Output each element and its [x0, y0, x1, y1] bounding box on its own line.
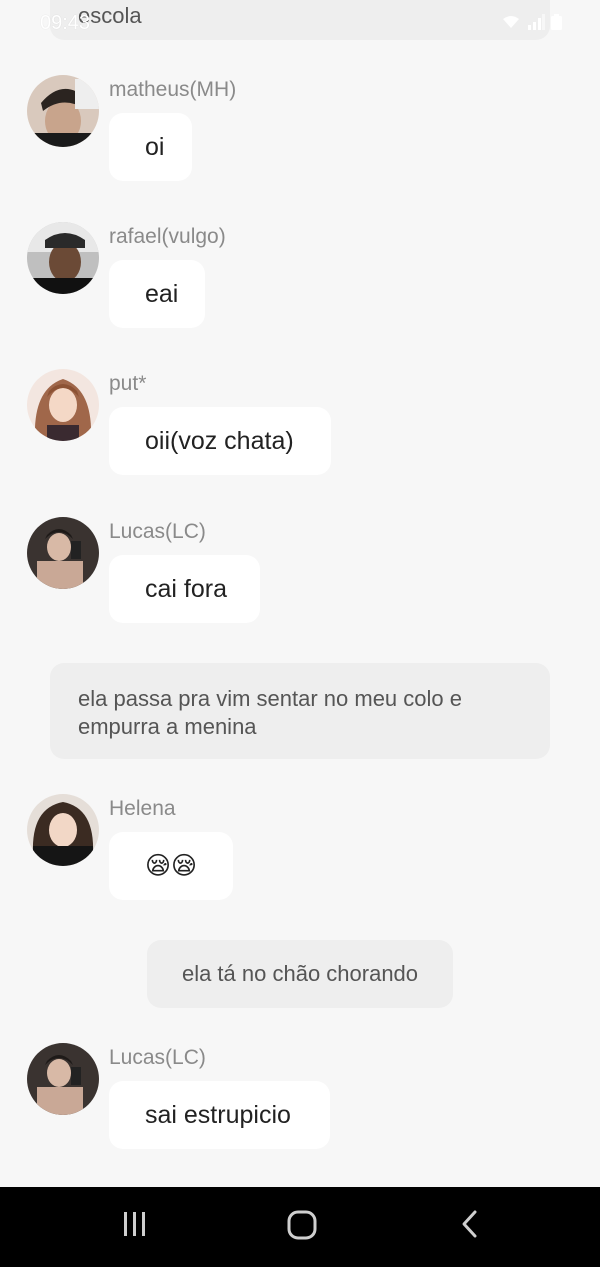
recents-icon — [124, 1212, 145, 1236]
message-bubble[interactable]: sai estrupicio — [109, 1081, 330, 1149]
sender-name: matheus(MH) — [109, 78, 237, 101]
narration-text: ela passa pra vim sentar no meu colo e e… — [78, 686, 462, 739]
avatar[interactable] — [27, 222, 99, 294]
avatar[interactable] — [27, 75, 99, 147]
message-bubble[interactable]: oii(voz chata) — [109, 407, 331, 475]
back-icon — [462, 1210, 477, 1238]
home-icon — [287, 1210, 317, 1240]
status-bar: 09:43 — [0, 0, 600, 50]
avatar[interactable] — [27, 794, 99, 866]
signal-icon — [528, 14, 545, 30]
status-icons — [501, 14, 562, 30]
sender-name: Lucas(LC) — [109, 1046, 206, 1069]
wifi-icon — [503, 16, 519, 28]
message-bubble[interactable]: oi — [109, 113, 192, 181]
message-bubble[interactable]: cai fora — [109, 555, 260, 623]
home-button[interactable] — [262, 1187, 342, 1267]
back-button[interactable] — [430, 1187, 510, 1267]
avatar[interactable] — [27, 369, 99, 441]
navigation-bar — [0, 1187, 600, 1267]
recents-button[interactable] — [95, 1187, 175, 1267]
sender-name: rafael(vulgo) — [109, 225, 226, 248]
narration-text: ela tá no chão chorando — [181, 961, 419, 986]
sender-name: Lucas(LC) — [109, 520, 206, 543]
sender-name: put* — [109, 372, 147, 395]
avatar[interactable] — [27, 1043, 99, 1115]
message-bubble[interactable]: 😪😪 — [109, 832, 233, 900]
narration-action: ela passa pra vim sentar no meu colo e e… — [50, 663, 550, 759]
status-time: 09:43 — [40, 12, 91, 34]
narration-action: ela tá no chão chorando — [147, 940, 453, 1008]
sender-name: Helena — [109, 797, 176, 820]
avatar[interactable] — [27, 517, 99, 589]
battery-icon — [551, 14, 562, 30]
message-bubble[interactable]: eai — [109, 260, 205, 328]
